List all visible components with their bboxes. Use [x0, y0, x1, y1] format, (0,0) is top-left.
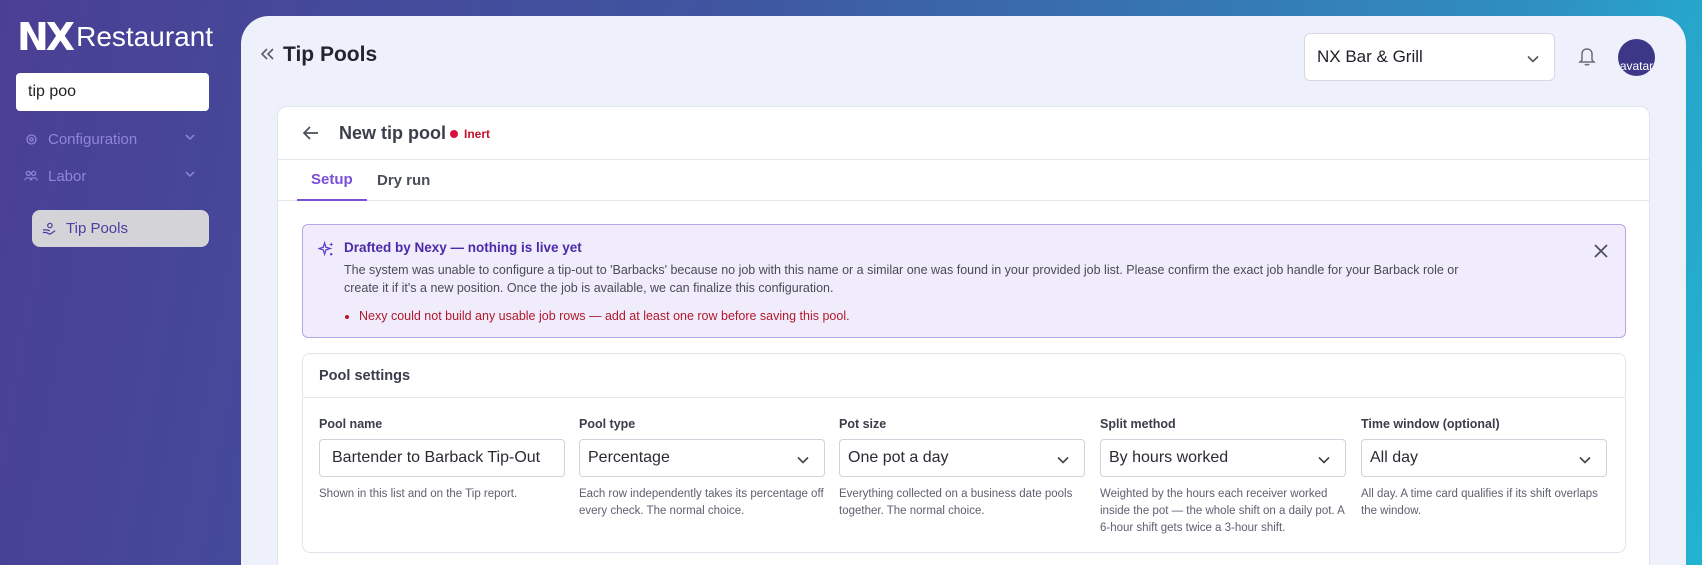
notifications-bell-icon[interactable]	[1578, 46, 1596, 66]
banner-error-list: Nexy could not build any usable job rows…	[359, 309, 850, 323]
banner-title: Drafted by Nexy — nothing is live yet	[344, 240, 582, 255]
banner-message: The system was unable to configure a tip…	[344, 263, 1459, 295]
tab-bar: Setup Dry run	[278, 160, 1649, 201]
field-label: Pool type	[579, 417, 636, 431]
sidebar-item-label: Configuration	[48, 130, 138, 148]
sparkle-icon	[316, 240, 335, 263]
chevron-down-icon	[1526, 51, 1540, 71]
ai-draft-banner: Drafted by Nexy — nothing is live yet Th…	[302, 224, 1626, 338]
close-icon	[1594, 244, 1608, 258]
sidebar: NX Restaurant Configuration Labor Tip Po…	[0, 0, 241, 565]
chevron-down-icon	[184, 130, 196, 147]
arrow-left-icon	[302, 126, 318, 140]
logo-text: Restaurant	[76, 21, 214, 52]
sidebar-item-tip-pools[interactable]: Tip Pools	[32, 210, 209, 247]
chevron-down-icon	[1317, 453, 1331, 472]
hand-coin-icon	[42, 222, 56, 236]
double-chevron-left-icon	[260, 48, 274, 60]
tab-dry-run[interactable]: Dry run	[363, 160, 444, 201]
back-button[interactable]	[302, 124, 320, 142]
select-value: All day	[1370, 449, 1419, 466]
status-label: Inert	[464, 127, 491, 141]
time-window-field: Time window (optional) All day All day. …	[1361, 417, 1607, 520]
avatar[interactable]: avatar	[1618, 39, 1655, 76]
logo-mark: NX	[17, 15, 75, 59]
select-value: By hours worked	[1109, 449, 1229, 466]
pool-type-field: Pool type Percentage Each row independen…	[579, 417, 825, 520]
sidebar-item-label: Tip Pools	[66, 220, 128, 237]
tip-pool-card: New tip pool Inert Setup Dry run Drafted…	[277, 106, 1650, 565]
select-value: One pot a day	[848, 449, 949, 466]
chevron-down-icon	[796, 453, 810, 472]
sidebar-item-labor[interactable]: Labor	[24, 165, 195, 187]
field-help: Each row independently takes its percent…	[579, 488, 824, 517]
status-dot-icon	[450, 130, 458, 138]
sidebar-search-input[interactable]	[16, 73, 209, 111]
pool-settings-title: Pool settings	[319, 368, 411, 384]
page-title: Tip Pools	[283, 43, 378, 66]
people-icon	[24, 169, 38, 183]
close-banner-button[interactable]	[1593, 243, 1609, 259]
pot-size-select[interactable]: One pot a day	[839, 439, 1085, 477]
card-title: New tip pool	[339, 123, 446, 143]
split-method-select[interactable]: By hours worked	[1100, 439, 1346, 477]
time-window-select[interactable]: All day	[1361, 439, 1607, 477]
status-badge: Inert	[450, 127, 490, 141]
banner-error-item: Nexy could not build any usable job rows…	[359, 309, 850, 323]
field-label: Pool name	[319, 417, 383, 431]
sidebar-item-configuration[interactable]: Configuration	[24, 128, 195, 150]
field-help: Shown in this list and on the Tip report…	[319, 488, 518, 500]
chevron-down-icon	[1578, 453, 1592, 472]
card-header: New tip pool Inert	[278, 107, 1649, 160]
field-help: Weighted by the hours each receiver work…	[1100, 488, 1345, 534]
gear-icon	[24, 132, 38, 146]
pool-type-select[interactable]: Percentage	[579, 439, 825, 477]
collapse-sidebar-button[interactable]	[259, 46, 275, 62]
app-logo[interactable]: NX Restaurant	[17, 17, 213, 57]
field-label: Time window (optional)	[1361, 417, 1500, 431]
location-select-value: NX Bar & Grill	[1317, 47, 1423, 66]
field-label: Split method	[1100, 417, 1176, 431]
pool-name-input[interactable]	[319, 439, 565, 477]
pool-settings-header: Pool settings	[303, 354, 1625, 398]
split-method-field: Split method By hours worked Weighted by…	[1100, 417, 1346, 537]
chevron-down-icon	[1056, 453, 1070, 472]
avatar-alt-text: avatar	[1619, 59, 1654, 73]
location-select[interactable]: NX Bar & Grill	[1304, 33, 1555, 81]
sidebar-item-label: Labor	[48, 167, 87, 185]
tab-setup[interactable]: Setup	[297, 160, 367, 201]
chevron-down-icon	[184, 167, 196, 184]
pool-settings-section: Pool settings Pool name Shown in this li…	[302, 353, 1626, 553]
field-help: All day. A time card qualifies if its sh…	[1361, 488, 1598, 517]
main-panel: Tip Pools NX Bar & Grill avatar New tip …	[241, 16, 1686, 565]
pot-size-field: Pot size One pot a day Everything collec…	[839, 417, 1085, 520]
field-label: Pot size	[839, 417, 887, 431]
field-help: Everything collected on a business date …	[839, 488, 1073, 517]
pool-name-field: Pool name Shown in this list and on the …	[319, 417, 565, 503]
select-value: Percentage	[588, 449, 670, 466]
